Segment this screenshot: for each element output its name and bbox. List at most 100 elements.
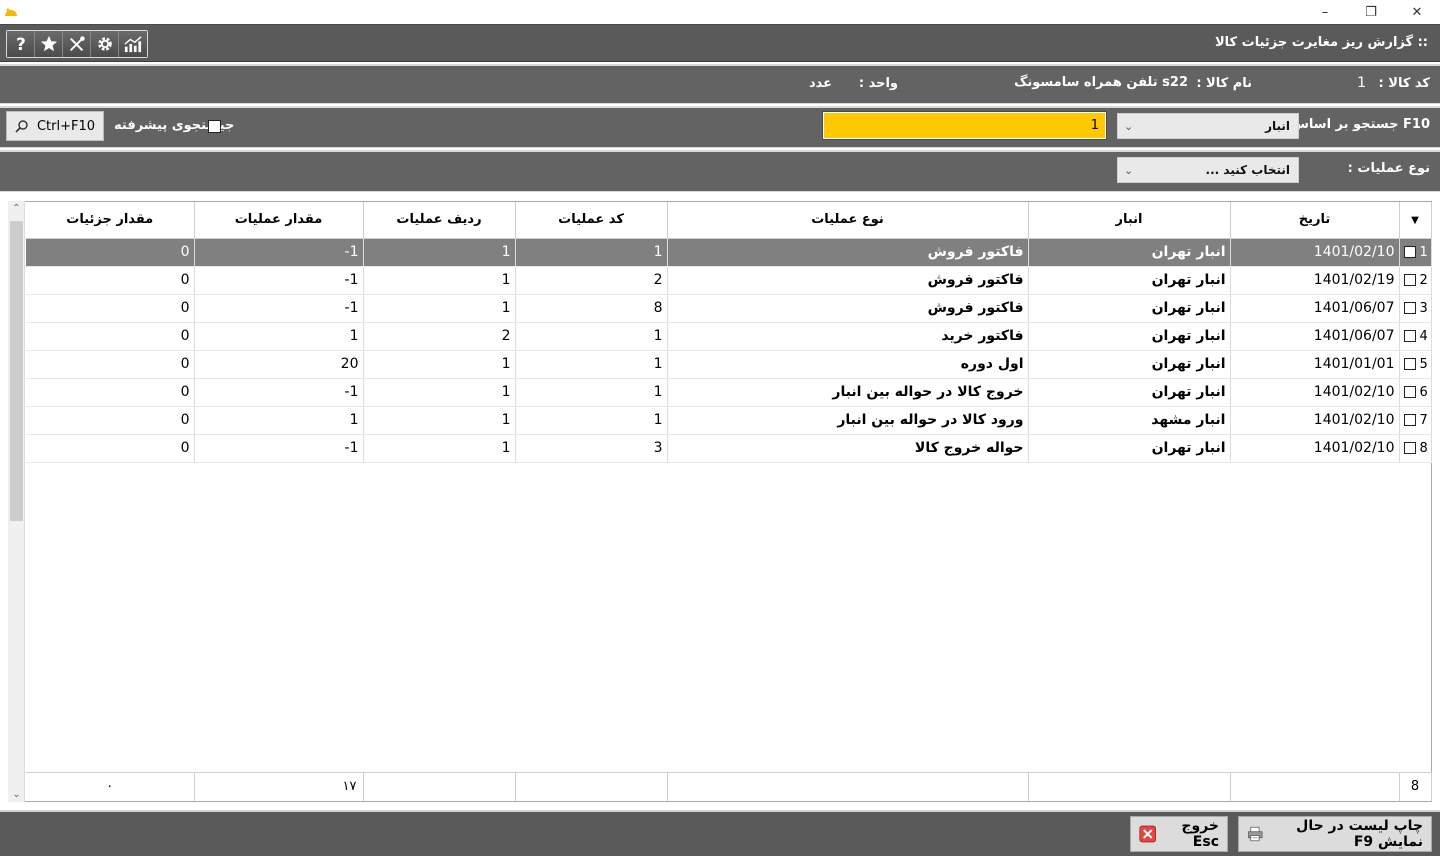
cell-op-qty[interactable]: -1 — [194, 434, 364, 463]
table-row[interactable]: 0 -1 1 1 خروج کالا در حواله بین انبار انبار ت… — [26, 378, 1432, 407]
vertical-scrollbar[interactable]: ⌃ ⌄ — [8, 201, 25, 802]
cell-warehouse[interactable]: انبار تهران — [1028, 322, 1231, 351]
cell-op-qty[interactable]: -1 — [194, 294, 364, 323]
row-checkbox[interactable] — [1403, 302, 1416, 314]
close-button[interactable]: ✕ — [1394, 0, 1440, 24]
cell-op-row[interactable]: 1 — [363, 406, 516, 435]
cell-op-qty[interactable]: 1 — [194, 406, 364, 435]
advanced-search-checkbox[interactable] — [208, 120, 221, 133]
operation-type-combo[interactable]: انتخاب کنید ... ⌄ — [1117, 157, 1299, 183]
table-row[interactable]: 0 1 2 1 فاکتور خرید انبار تهران 1401/06/07 4 — [26, 322, 1432, 351]
cell-warehouse[interactable]: انبار تهران — [1028, 266, 1231, 295]
column-chooser-icon[interactable]: ▼ — [1399, 202, 1432, 239]
cell-op-type[interactable]: ورود کالا در حواله بین انبار — [667, 406, 1029, 435]
cell-detail-qty[interactable]: 0 — [26, 322, 195, 351]
table-row[interactable]: 0 20 1 1 اول دوره انبار تهران 1401/01/01 5 — [26, 350, 1432, 379]
row-indicator[interactable]: 5 — [1399, 350, 1432, 379]
row-checkbox[interactable] — [1403, 274, 1416, 286]
gear-icon[interactable] — [91, 31, 119, 57]
cell-op-code[interactable]: 3 — [515, 434, 668, 463]
minimize-button[interactable]: – — [1302, 0, 1348, 24]
cell-warehouse[interactable]: انبار تهران — [1028, 294, 1231, 323]
cell-warehouse[interactable]: انبار مشهد — [1028, 406, 1231, 435]
chart-icon[interactable] — [119, 31, 147, 57]
star-icon[interactable] — [35, 31, 63, 57]
row-indicator[interactable]: 3 — [1399, 294, 1432, 323]
cell-op-row[interactable]: 1 — [363, 434, 516, 463]
scroll-down-icon[interactable]: ⌄ — [8, 789, 25, 800]
cell-op-type[interactable]: فاکتور فروش — [667, 294, 1029, 323]
row-checkbox[interactable] — [1403, 358, 1416, 370]
row-checkbox[interactable] — [1403, 246, 1416, 258]
cell-date[interactable]: 1401/01/01 — [1230, 350, 1400, 379]
table-row[interactable]: 0 -1 1 1 فاکتور فروش انبار تهران 1401/02/10 1 — [26, 238, 1432, 267]
cell-op-type[interactable]: حواله خروج کالا — [667, 434, 1029, 463]
table-row[interactable]: 0 -1 1 8 فاکتور فروش انبار تهران 1401/06/07 3 — [26, 294, 1432, 323]
cell-op-qty[interactable]: -1 — [194, 238, 364, 267]
row-indicator[interactable]: 7 — [1399, 406, 1432, 435]
column-header-op-code[interactable]: کد عملیات — [515, 202, 668, 239]
cell-op-row[interactable]: 2 — [363, 322, 516, 351]
cell-op-qty[interactable]: 20 — [194, 350, 364, 379]
print-list-button[interactable]: چاپ لیست در حال نمایش F9 — [1238, 816, 1432, 852]
cell-warehouse[interactable]: انبار تهران — [1028, 434, 1231, 463]
cell-op-code[interactable]: 1 — [515, 378, 668, 407]
search-button[interactable]: Ctrl+F10 — [6, 111, 104, 141]
cell-detail-qty[interactable]: 0 — [26, 350, 195, 379]
cell-op-type[interactable]: اول دوره — [667, 350, 1029, 379]
scrollbar-thumb[interactable] — [10, 221, 23, 521]
exit-button[interactable]: خروج Esc — [1130, 816, 1228, 852]
table-row[interactable]: 0 1 1 1 ورود کالا در حواله بین انبار انبار مش… — [26, 406, 1432, 435]
row-indicator[interactable]: 1 — [1399, 238, 1432, 267]
column-header-detail-qty[interactable]: مقدار جزئیات — [26, 202, 195, 239]
column-header-op-type[interactable]: نوع عملیات — [667, 202, 1029, 239]
scroll-up-icon[interactable]: ⌃ — [8, 203, 25, 214]
cell-op-type[interactable]: فاکتور فروش — [667, 266, 1029, 295]
cell-op-code[interactable]: 1 — [515, 238, 668, 267]
table-row[interactable]: 0 -1 1 2 فاکتور فروش انبار تهران 1401/02/19 2 — [26, 266, 1432, 295]
cell-op-row[interactable]: 1 — [363, 294, 516, 323]
cell-date[interactable]: 1401/02/19 — [1230, 266, 1400, 295]
column-header-op-qty[interactable]: مقدار عملیات — [194, 202, 364, 239]
cell-op-qty[interactable]: 1 — [194, 322, 364, 351]
cell-detail-qty[interactable]: 0 — [26, 294, 195, 323]
table-row[interactable]: 0 -1 1 3 حواله خروج کالا انبار تهران 1401/02/1… — [26, 434, 1432, 463]
row-indicator[interactable]: 2 — [1399, 266, 1432, 295]
column-header-date[interactable]: تاریخ — [1230, 202, 1400, 239]
cell-detail-qty[interactable]: 0 — [26, 266, 195, 295]
row-checkbox[interactable] — [1403, 414, 1416, 426]
cell-op-type[interactable]: خروج کالا در حواله بین انبار — [667, 378, 1029, 407]
search-field-combo[interactable]: انبار ⌄ — [1117, 113, 1299, 139]
cell-op-qty[interactable]: -1 — [194, 378, 364, 407]
cell-op-row[interactable]: 1 — [363, 378, 516, 407]
cell-date[interactable]: 1401/02/10 — [1230, 406, 1400, 435]
cell-warehouse[interactable]: انبار تهران — [1028, 238, 1231, 267]
column-header-warehouse[interactable]: انبار — [1028, 202, 1231, 239]
cell-op-type[interactable]: فاکتور خرید — [667, 322, 1029, 351]
cell-op-row[interactable]: 1 — [363, 238, 516, 267]
search-input[interactable]: 1 — [822, 111, 1107, 140]
cell-date[interactable]: 1401/06/07 — [1230, 322, 1400, 351]
row-checkbox[interactable] — [1403, 330, 1416, 342]
cell-op-code[interactable]: 8 — [515, 294, 668, 323]
restore-button[interactable]: ❐ — [1348, 0, 1394, 24]
cell-op-code[interactable]: 1 — [515, 322, 668, 351]
cell-op-row[interactable]: 1 — [363, 350, 516, 379]
tools-icon[interactable] — [63, 31, 91, 57]
row-checkbox[interactable] — [1403, 386, 1416, 398]
cell-date[interactable]: 1401/02/10 — [1230, 238, 1400, 267]
cell-op-type[interactable]: فاکتور فروش — [667, 238, 1029, 267]
cell-date[interactable]: 1401/02/10 — [1230, 434, 1400, 463]
column-header-op-row[interactable]: ردیف عملیات — [363, 202, 516, 239]
cell-date[interactable]: 1401/02/10 — [1230, 378, 1400, 407]
help-icon[interactable]: ? — [7, 31, 35, 57]
cell-detail-qty[interactable]: 0 — [26, 434, 195, 463]
cell-detail-qty[interactable]: 0 — [26, 238, 195, 267]
row-indicator[interactable]: 6 — [1399, 378, 1432, 407]
cell-op-code[interactable]: 1 — [515, 350, 668, 379]
row-indicator[interactable]: 8 — [1399, 434, 1432, 463]
cell-warehouse[interactable]: انبار تهران — [1028, 350, 1231, 379]
cell-date[interactable]: 1401/06/07 — [1230, 294, 1400, 323]
row-checkbox[interactable] — [1403, 442, 1416, 454]
cell-detail-qty[interactable]: 0 — [26, 406, 195, 435]
